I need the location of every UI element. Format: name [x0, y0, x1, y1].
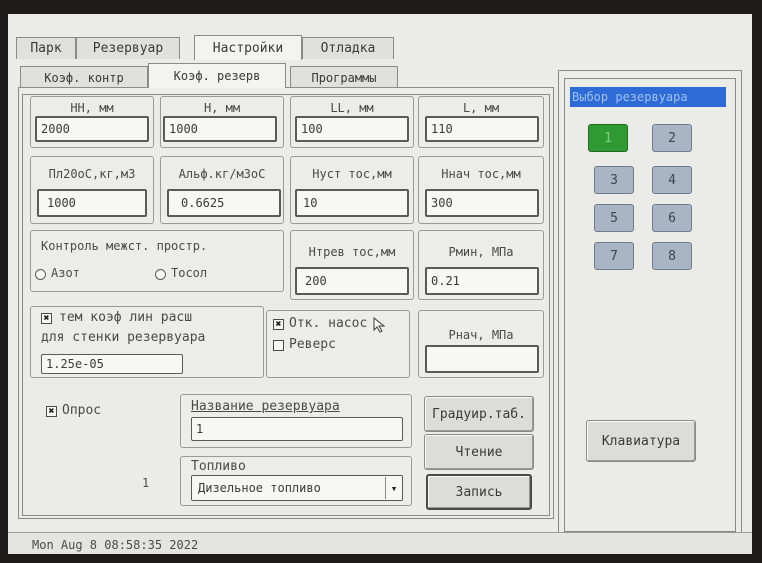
fuel-select[interactable]: Дизельное топливо	[191, 475, 403, 501]
ll-input[interactable]: 100	[295, 116, 409, 142]
tab-programs[interactable]: Программы	[290, 66, 398, 88]
reverse-checkbox[interactable]	[273, 340, 284, 351]
hn-group: HH, мм 2000	[30, 96, 154, 148]
poll-checkbox[interactable]: ✖	[46, 406, 57, 417]
tank-button-6[interactable]: 6	[652, 204, 692, 232]
control-group: Контроль межст. простр. Азот Тосол	[30, 230, 284, 292]
fuel-label: Топливо	[191, 459, 246, 474]
nnach-label: Ннач тос,мм	[441, 167, 521, 181]
pl-input[interactable]: 1000	[37, 189, 147, 217]
pump-off-checkbox[interactable]: ✖	[273, 319, 284, 330]
nust-group: Нуст тос,мм 10	[290, 156, 414, 224]
tab-tank[interactable]: Резервуар	[76, 37, 180, 59]
ll-label: LL, мм	[330, 101, 374, 115]
write-button[interactable]: Запись	[426, 474, 532, 510]
tab-coef-reserve[interactable]: Коэф. резерв	[148, 63, 286, 88]
pump-off-label: Отк. насос	[289, 316, 368, 331]
tab-coef-control[interactable]: Коэф. контр	[20, 66, 148, 88]
ntrev-group: Нтрев тос,мм 200	[290, 230, 414, 300]
alf-label: Альф.кг/м3оС	[178, 167, 266, 181]
pmin-label: Рмин, МПа	[448, 245, 514, 259]
temp-coef-label-1: тем коэф лин расш	[59, 310, 193, 325]
nnach-input[interactable]: 300	[425, 189, 539, 217]
h-input[interactable]: 1000	[163, 116, 277, 142]
l-input[interactable]: 110	[425, 116, 539, 142]
status-bar: Mon Aug 8 08:58:35 2022	[8, 532, 752, 554]
reverse-label: Реверс	[289, 337, 336, 352]
temp-coef-group: ✖ тем коэф лин расш для стенки резервуар…	[30, 306, 264, 378]
left-number: 1	[142, 476, 150, 490]
ntrev-input[interactable]: 200	[295, 267, 409, 295]
pmin-input[interactable]: 0.21	[425, 267, 539, 295]
fuel-value: Дизельное топливо	[198, 481, 321, 495]
pl-group: Пл20оС,кг,м3 1000	[30, 156, 154, 224]
pnach-input[interactable]	[425, 345, 539, 373]
nnach-group: Ннач тос,мм 300	[418, 156, 544, 224]
h-group: H, мм 1000	[160, 96, 284, 148]
hn-label: HH, мм	[70, 101, 114, 115]
ntrev-label: Нтрев тос,мм	[308, 245, 396, 259]
tab-park[interactable]: Парк	[16, 37, 76, 59]
pump-group: ✖ Отк. насос Реверс	[266, 310, 410, 378]
alf-group: Альф.кг/м3оС 0.6625	[160, 156, 284, 224]
tank-button-1[interactable]: 1	[588, 124, 628, 152]
pnach-group: Рнач, МПа	[418, 310, 544, 378]
pl-label: Пл20оС,кг,м3	[48, 167, 136, 181]
ll-group: LL, мм 100	[290, 96, 414, 148]
tab-settings[interactable]: Настройки	[194, 35, 302, 60]
temp-coef-input[interactable]: 1.25e-05	[41, 354, 183, 374]
temp-coef-checkbox[interactable]: ✖	[41, 313, 52, 324]
tank-select-title: Выбор резервуара	[570, 87, 726, 107]
h-label: H, мм	[203, 101, 241, 115]
tank-button-7[interactable]: 7	[594, 242, 634, 270]
radio-antifreeze-label: Тосол	[171, 266, 208, 280]
tank-button-5[interactable]: 5	[594, 204, 634, 232]
nust-label: Нуст тос,мм	[312, 167, 392, 181]
l-label: L, мм	[462, 101, 500, 115]
tank-button-8[interactable]: 8	[652, 242, 692, 270]
l-group: L, мм 110	[418, 96, 544, 148]
radio-nitrogen[interactable]	[35, 269, 46, 280]
tank-button-3[interactable]: 3	[594, 166, 634, 194]
fuel-group: Топливо Дизельное топливо ▾	[180, 456, 412, 506]
calibration-table-button[interactable]: Градуир.таб.	[424, 396, 534, 432]
alf-input[interactable]: 0.6625	[167, 189, 281, 217]
tank-button-4[interactable]: 4	[652, 166, 692, 194]
nust-input[interactable]: 10	[295, 189, 409, 217]
temp-coef-label-2: для стенки резервуара	[41, 330, 206, 345]
tab-debug[interactable]: Отладка	[302, 37, 394, 59]
hn-input[interactable]: 2000	[35, 116, 149, 142]
poll-label: Опрос	[62, 403, 102, 418]
radio-nitrogen-label: Азот	[51, 266, 80, 280]
pnach-label: Рнач, МПа	[448, 328, 514, 342]
screen: Парк Резервуар Настройки Отладка Коэф. к…	[8, 14, 752, 554]
tank-button-2[interactable]: 2	[652, 124, 692, 152]
keyboard-button[interactable]: Клавиатура	[586, 420, 696, 462]
status-datetime: Mon Aug 8 08:58:35 2022	[32, 538, 199, 552]
tank-name-input[interactable]: 1	[191, 417, 403, 441]
tank-name-group: Название резервуара 1	[180, 394, 412, 448]
pmin-group: Рмин, МПа 0.21	[418, 230, 544, 300]
read-button[interactable]: Чтение	[424, 434, 534, 470]
tank-name-label: Название резервуара	[191, 399, 340, 414]
mouse-cursor-icon	[373, 317, 386, 333]
control-label: Контроль межст. простр.	[41, 239, 208, 253]
radio-antifreeze[interactable]	[155, 269, 166, 280]
chevron-down-icon[interactable]: ▾	[385, 477, 402, 499]
